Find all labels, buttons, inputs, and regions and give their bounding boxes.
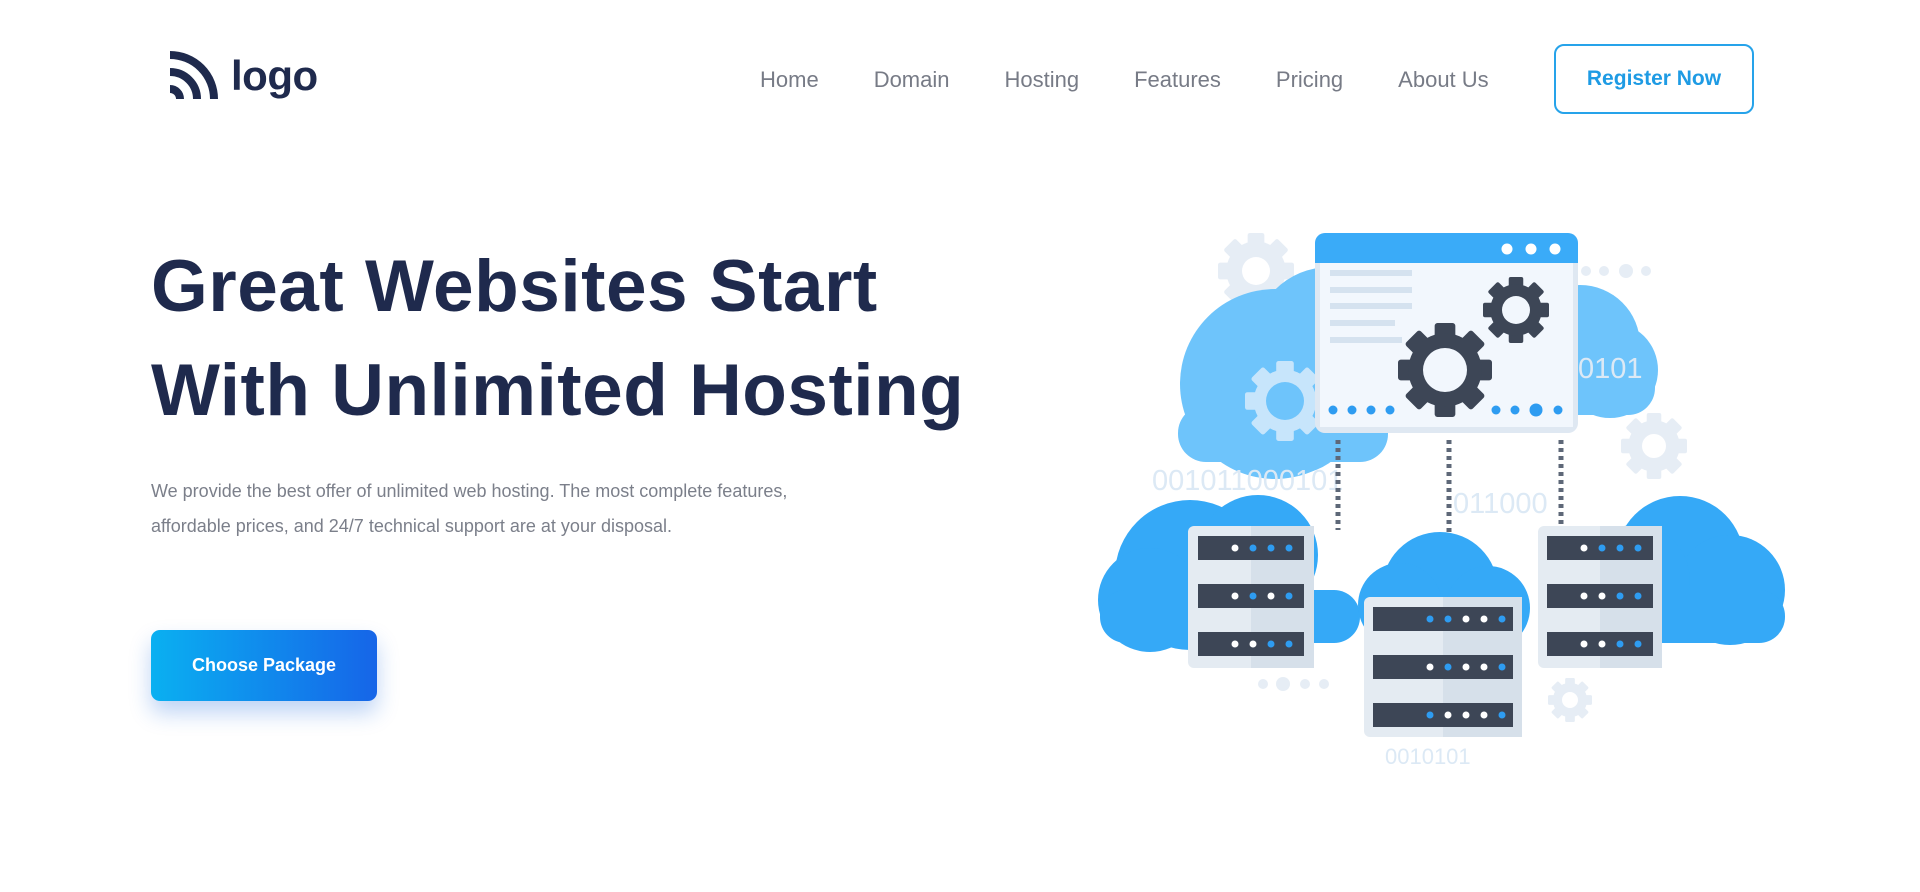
nav-hosting[interactable]: Hosting xyxy=(1005,67,1080,93)
binary-text: 001011000101 xyxy=(1152,465,1343,497)
nav-features[interactable]: Features xyxy=(1134,67,1221,93)
nav-pricing[interactable]: Pricing xyxy=(1276,67,1343,93)
logo[interactable]: logo xyxy=(166,48,318,104)
main-nav: Home Domain Hosting Features Pricing Abo… xyxy=(760,64,1489,96)
logo-text: logo xyxy=(231,52,318,99)
gear-icon xyxy=(1548,678,1592,722)
browser-window-icon xyxy=(1315,233,1578,433)
gear-icon xyxy=(1621,413,1687,479)
hosting-illustration: 001011000101 011000 0101 0010101 xyxy=(1098,233,1785,769)
binary-text: 011000 xyxy=(1453,488,1548,520)
gear-icon xyxy=(1245,361,1325,441)
hero-description: We provide the best offer of unlimited w… xyxy=(151,481,788,536)
nav-about-us[interactable]: About Us xyxy=(1398,67,1489,93)
rss-arcs-icon xyxy=(169,51,218,100)
cloud-icon xyxy=(1545,496,1785,645)
nav-home[interactable]: Home xyxy=(760,67,819,93)
register-now-button[interactable]: Register Now xyxy=(1554,44,1754,114)
binary-text: 0101 xyxy=(1578,353,1643,385)
choose-package-button[interactable]: Choose Package xyxy=(151,630,377,701)
server-rack-icon xyxy=(1538,526,1662,668)
cloud-icon xyxy=(1520,285,1658,418)
cloud-icon xyxy=(1178,267,1408,479)
hero-title-line-2: With Unlimited Hosting xyxy=(151,350,965,431)
gear-icon xyxy=(1218,233,1294,309)
server-rack-icon xyxy=(1188,526,1314,668)
binary-text: 0010101 xyxy=(1385,744,1471,769)
nav-domain[interactable]: Domain xyxy=(874,67,950,93)
cloud-icon xyxy=(1358,532,1530,650)
hero-title-line-1: Great Websites Start xyxy=(151,246,878,327)
server-rack-icon xyxy=(1364,597,1522,737)
cloud-icon xyxy=(1098,495,1360,652)
hero-title: Great Websites Start With Unlimited Host… xyxy=(151,235,964,443)
